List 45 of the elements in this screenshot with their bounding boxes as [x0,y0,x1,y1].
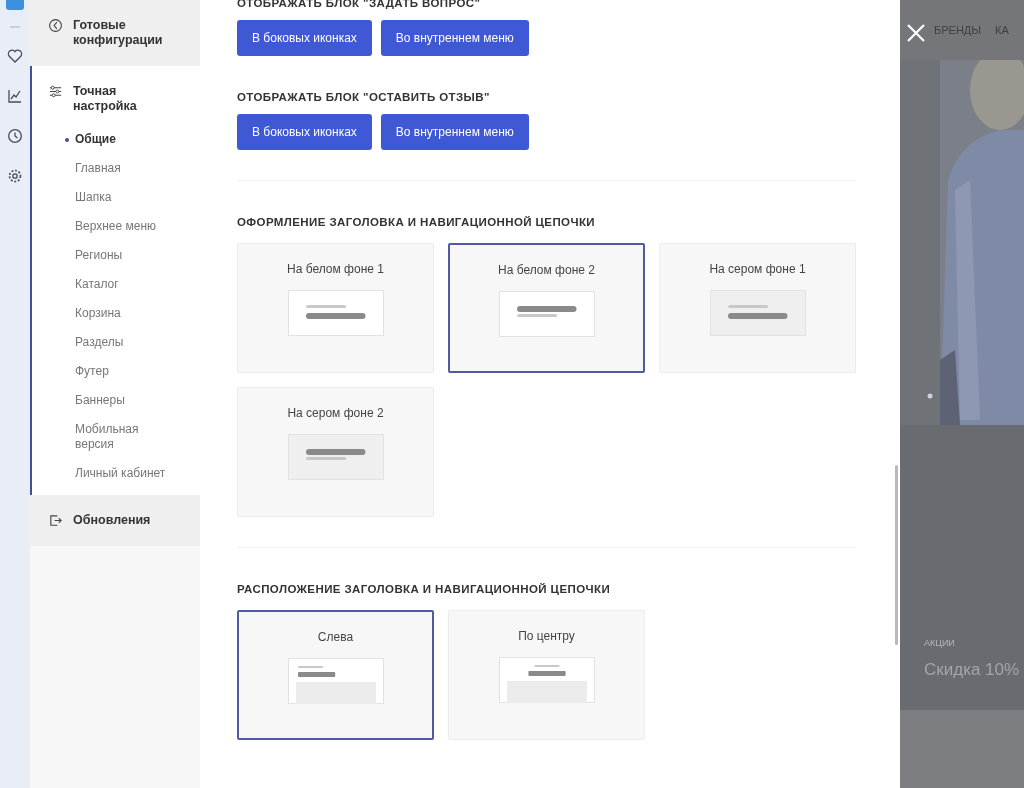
promo-title: Скидка 10% [924,660,1021,680]
sidebar-item[interactable]: Общие [65,132,170,147]
style-option-card[interactable]: На сером фоне 2 [237,387,434,517]
option-button[interactable]: В боковых иконках [237,114,372,150]
style-option-card[interactable]: По центру [448,610,645,740]
style-option-card[interactable]: На сером фоне 1 [659,243,856,373]
sliders-icon [48,84,63,99]
sidebar-item[interactable]: Корзина [75,306,170,321]
scrollbar-thumb[interactable] [895,465,898,645]
sidebar-item[interactable]: Разделы [75,335,170,350]
style-option-card[interactable]: Слева [237,610,434,740]
chart-edit-icon[interactable] [7,88,23,104]
style-option-card[interactable]: На белом фоне 2 [448,243,645,373]
section-title: РАСПОЛОЖЕНИЕ ЗАГОЛОВКА И НАВИГАЦИОННОЙ ЦЕПОЧКИ [237,582,612,596]
option-button[interactable]: В боковых иконках [237,20,372,56]
settings-icon[interactable] [7,168,23,184]
separator-icon [10,26,20,28]
option-label: Слева [317,630,354,644]
sidebar-item[interactable]: Регионы [75,248,170,263]
sidebar-item[interactable]: Футер [75,364,170,379]
sidebar-item[interactable]: Мобильная версия [75,422,170,452]
style-option-card[interactable]: На белом фоне 1 [237,243,434,373]
option-label: На белом фоне 1 [287,262,384,276]
clock-icon[interactable] [7,128,23,144]
close-icon[interactable] [906,23,926,43]
option-label: На сером фоне 2 [287,406,384,420]
section-title: ОФОРМЛЕНИЕ ЗАГОЛОВКА И НАВИГАЦИОННОЙ ЦЕПОЧКИ [237,215,596,229]
sidebar-item[interactable]: Верхнее меню [75,219,170,234]
sidebar-item[interactable]: Главная [75,161,170,176]
sidebar-item[interactable]: Каталог [75,277,170,292]
option-button[interactable]: Во внутреннем меню [380,20,529,56]
promo-label: АКЦИИ [924,638,956,648]
exit-arrow-icon [48,513,63,528]
section-title: ОТОБРАЖАТЬ БЛОК "ОСТАВИТЬ ОТЗЫВ" [237,90,491,104]
option-button[interactable]: Во внутреннем меню [380,114,529,150]
heart-icon[interactable] [7,48,23,64]
sidebar-section-link[interactable]: Готовые конфигурации [48,18,186,48]
sidebar-section-link[interactable]: Точная настройка [48,84,186,114]
option-label: На сером фоне 1 [709,262,806,276]
sidebar-item[interactable]: Баннеры [75,393,170,408]
option-label: На белом фоне 2 [498,263,595,277]
sidebar-section-link[interactable]: Обновления [48,513,186,528]
option-label: По центру [518,629,575,643]
sidebar-item[interactable]: Личный кабинет [75,466,170,481]
sidebar-item[interactable]: Шапка [75,190,170,205]
